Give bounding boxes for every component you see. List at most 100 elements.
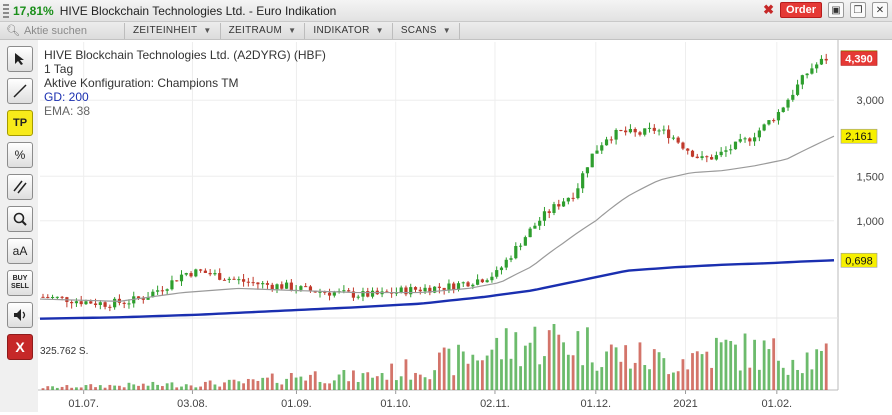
pin-icon[interactable]: ✖: [763, 2, 774, 18]
candle-body: [74, 301, 79, 304]
order-button[interactable]: Order: [780, 2, 822, 18]
candle-body: [475, 279, 480, 285]
drag-grip-icon[interactable]: [3, 3, 9, 18]
volume-bar: [232, 379, 236, 390]
volume-bar: [820, 350, 823, 390]
cursor-tool-button[interactable]: [7, 46, 33, 72]
menu-zeiteinheit[interactable]: ZEITEINHEIT ▼: [125, 22, 221, 39]
candle-body: [600, 145, 604, 151]
candle-body: [409, 287, 413, 295]
line-tool-button[interactable]: [7, 78, 33, 104]
buy-sell-button[interactable]: BUY SELL: [7, 270, 33, 296]
candle-body: [55, 296, 59, 298]
candle-body: [576, 188, 580, 199]
volume-bar: [523, 345, 527, 390]
candle-body: [127, 303, 131, 305]
volume-bar: [538, 364, 542, 390]
volume-bar: [490, 349, 494, 390]
volume-bar: [170, 382, 174, 390]
candle-body: [733, 141, 738, 150]
volume-bar: [285, 378, 288, 390]
window-title: HIVE Blockchain Technologies Ltd. - Euro…: [59, 3, 337, 18]
search-placeholder: Aktie suchen: [23, 24, 87, 37]
volume-bar: [547, 330, 551, 390]
volume-bar: [457, 344, 460, 390]
price-label: 0,698: [845, 255, 873, 267]
volume-bar: [672, 372, 675, 390]
volume-bar: [270, 373, 274, 390]
candle-body: [523, 237, 527, 246]
candle-body: [70, 302, 74, 304]
candle-body: [686, 148, 690, 151]
candle-body: [189, 273, 193, 277]
candle-body: [480, 279, 484, 283]
x-tick-label: 01.09.: [281, 398, 312, 410]
volume-bar: [409, 379, 413, 390]
volume-label: 325.762 S.: [40, 346, 88, 357]
restore-icon[interactable]: ❐: [850, 2, 866, 18]
candle-body: [232, 278, 236, 280]
zoom-tool-button[interactable]: [7, 206, 33, 232]
volume-bar: [667, 374, 671, 390]
volume-bar: [595, 370, 599, 390]
config-label: Aktive Konfiguration: Champions TM: [44, 76, 239, 90]
candle-body: [122, 302, 126, 304]
volume-bar: [404, 359, 408, 390]
volume-bar: [734, 344, 737, 390]
menu-scans[interactable]: SCANS ▼: [393, 22, 460, 39]
volume-bar: [514, 332, 518, 390]
window-icon[interactable]: ▣: [828, 2, 844, 18]
candle-body: [280, 284, 284, 289]
volume-bar: [108, 384, 112, 390]
menu-zeitraum[interactable]: ZEITRAUM ▼: [221, 22, 306, 39]
volume-bar: [328, 383, 331, 390]
candle-body: [805, 73, 809, 76]
candle-body: [170, 280, 174, 290]
volume-bar: [266, 377, 269, 390]
percent-tool-button[interactable]: %: [7, 142, 33, 168]
candle-body: [581, 173, 585, 189]
volume-bar: [332, 380, 336, 390]
parallel-tool-button[interactable]: [7, 174, 33, 200]
candle-body: [413, 287, 418, 290]
volume-bar: [323, 383, 327, 390]
volume-bar: [70, 387, 74, 390]
volume-bar: [805, 352, 809, 390]
volume-bar: [137, 385, 140, 390]
volume-bar: [729, 341, 733, 390]
volume-bar: [227, 379, 231, 390]
candle-body: [662, 129, 666, 131]
volume-bar: [552, 324, 556, 390]
tp-tool-button[interactable]: TP: [7, 110, 33, 136]
volume-bar: [753, 339, 756, 390]
text-tool-button[interactable]: aA: [7, 238, 33, 264]
menu-indikator[interactable]: INDIKATOR ▼: [305, 22, 393, 39]
candle-body: [299, 286, 303, 290]
candle-body: [46, 296, 50, 298]
candle-body: [218, 273, 222, 280]
close-chart-button[interactable]: X: [7, 334, 33, 360]
volume-bar: [366, 372, 370, 390]
gd200-label: GD: 200: [44, 90, 89, 104]
volume-bar: [791, 359, 795, 390]
search-input[interactable]: 🔍︎ Aktie suchen: [6, 22, 125, 39]
volume-bar: [313, 371, 317, 390]
price-label: 4,390: [845, 53, 873, 65]
ema-label: EMA: 38: [44, 104, 91, 118]
volume-bar: [590, 362, 594, 390]
candle-body: [265, 283, 270, 285]
candle-body: [79, 301, 83, 305]
volume-bar: [213, 384, 217, 390]
close-icon[interactable]: ✕: [872, 2, 888, 18]
volume-bar: [629, 368, 632, 390]
candle-body: [743, 138, 747, 140]
x-tick-label: 01.02.: [762, 398, 793, 410]
volume-bar: [738, 370, 742, 390]
candle-body: [566, 197, 570, 202]
volume-bar: [184, 384, 188, 390]
volume-bar: [318, 381, 322, 390]
candle-body: [757, 130, 761, 138]
sound-tool-button[interactable]: [7, 302, 33, 328]
candle-body: [633, 128, 637, 133]
x-tick-label: 01.07.: [68, 398, 99, 410]
